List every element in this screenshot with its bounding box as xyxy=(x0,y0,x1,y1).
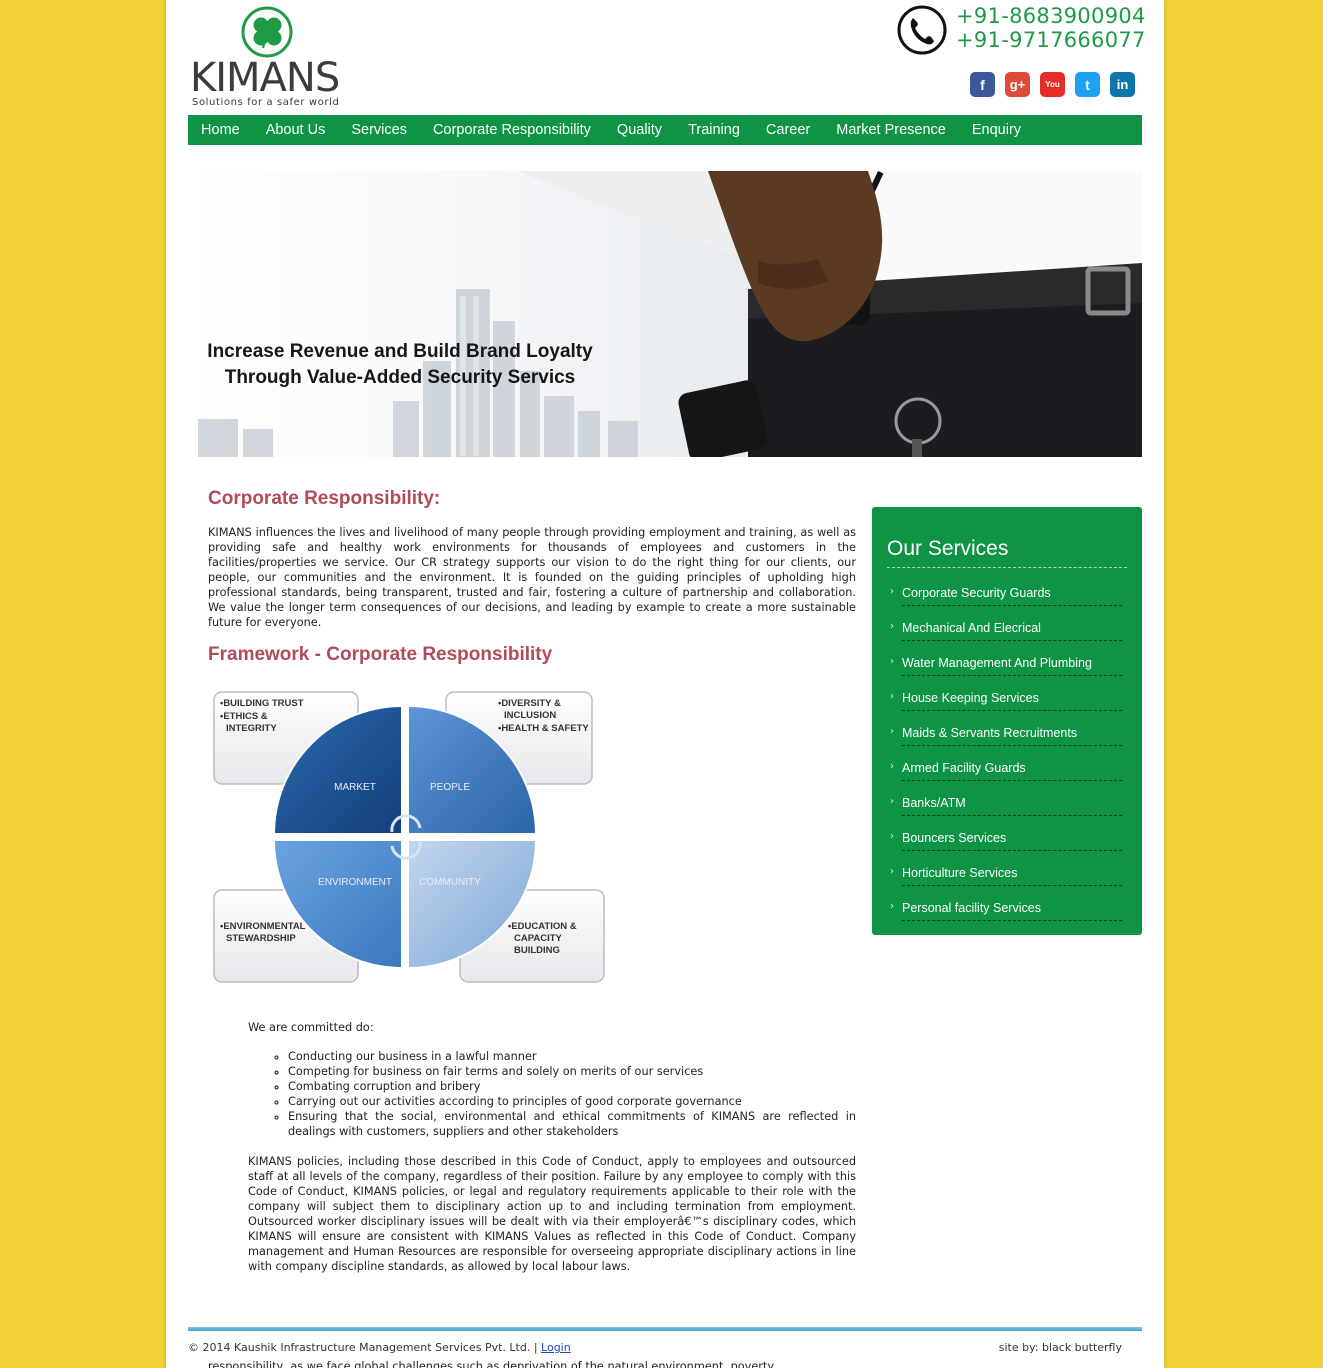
sidebar-item-label[interactable]: House Keeping Services xyxy=(902,691,1122,711)
youtube-icon[interactable]: You xyxy=(1040,72,1065,97)
quadrant-market: MARKET xyxy=(334,782,376,793)
box-label: CAPACITY xyxy=(514,933,563,944)
twitter-icon[interactable]: t xyxy=(1075,72,1100,97)
sidebar-item-label[interactable]: Personal facility Services xyxy=(902,901,1122,921)
sidebar-item-label[interactable]: Mechanical And Elecrical xyxy=(902,621,1122,641)
list-item: Ensuring that the social, environmental … xyxy=(288,1109,856,1139)
chevron-right-icon: › xyxy=(890,621,894,632)
chevron-right-icon: › xyxy=(890,761,894,772)
box-label: •BUILDING TRUST xyxy=(220,698,304,709)
nav-career[interactable]: Career xyxy=(766,122,810,138)
quadrant-people: PEOPLE xyxy=(430,782,470,793)
nav-about-us[interactable]: About Us xyxy=(266,122,326,138)
box-label: •EDUCATION & xyxy=(508,921,577,932)
sidebar-item-house-keeping[interactable]: › House Keeping Services xyxy=(887,691,1127,726)
footer-credit[interactable]: site by: black butterfly xyxy=(999,1341,1122,1354)
services-list: › Corporate Security Guards › Mechanical A… xyxy=(887,586,1127,936)
page-container: KIMANS Solutions for a safer world +91-8… xyxy=(166,0,1164,1368)
footer-copyright: © 2014 Kaushik Infrastructure Management… xyxy=(188,1341,542,1354)
sidebar-item-banks-atm[interactable]: › Banks/ATM xyxy=(887,796,1127,831)
chevron-right-icon: › xyxy=(890,901,894,912)
framework-title: Framework - Corporate Responsibility xyxy=(208,644,553,665)
commitments-intro: We are committed do: xyxy=(248,1021,374,1034)
page-title: Corporate Responsibility: xyxy=(208,488,441,509)
phone-number-2[interactable]: +91-9717666077 xyxy=(956,28,1146,52)
linkedin-icon[interactable]: in xyxy=(1110,72,1135,97)
cr-framework-diagram: MARKET PEOPLE ENVIRONMENT COMMUNITY •BUI… xyxy=(213,691,605,983)
main-content: Corporate Responsibility: KIMANS influen… xyxy=(208,488,856,1273)
phone-icon xyxy=(897,5,947,55)
hero-banner: Increase Revenue and Build Brand Loyalty… xyxy=(188,171,1142,457)
nav-training[interactable]: Training xyxy=(688,122,740,138)
sidebar-item-water-management[interactable]: › Water Management And Plumbing xyxy=(887,656,1127,691)
nav-market-presence[interactable]: Market Presence xyxy=(836,122,946,138)
sidebar-item-corporate-security-guards[interactable]: › Corporate Security Guards xyxy=(887,586,1127,621)
nav-corporate-responsibility[interactable]: Corporate Responsibility xyxy=(433,122,591,138)
logo[interactable]: KIMANS Solutions for a safer world xyxy=(190,6,350,110)
services-sidebar: Our Services › Corporate Security Guards … xyxy=(872,507,1142,935)
main-nav: Home About Us Services Corporate Respons… xyxy=(188,115,1142,145)
sidebar-item-label[interactable]: Bouncers Services xyxy=(902,831,1122,851)
hero-banner-image xyxy=(198,171,1142,457)
sidebar-item-label[interactable]: Horticulture Services xyxy=(902,866,1122,886)
chevron-right-icon: › xyxy=(890,726,894,737)
sidebar-item-label[interactable]: Corporate Security Guards xyxy=(902,586,1122,606)
list-item: Competing for business on fair terms and… xyxy=(288,1064,856,1079)
footer: © 2014 Kaushik Infrastructure Management… xyxy=(188,1341,1142,1354)
policy-paragraph: KIMANS policies, including those describ… xyxy=(248,1155,856,1273)
sidebar-item-label[interactable]: Water Management And Plumbing xyxy=(902,656,1122,676)
chevron-right-icon: › xyxy=(890,586,894,597)
sidebar-item-bouncers[interactable]: › Bouncers Services xyxy=(887,831,1127,866)
login-link[interactable]: Login xyxy=(541,1341,571,1354)
sidebar-item-mechanical[interactable]: › Mechanical And Elecrical xyxy=(887,621,1127,656)
box-label: •DIVERSITY & xyxy=(498,698,561,709)
list-item: Combating corruption and bribery xyxy=(288,1079,856,1094)
logo-text: KIMANS xyxy=(190,55,340,101)
nav-quality[interactable]: Quality xyxy=(617,122,662,138)
clover-logo-icon xyxy=(241,6,293,58)
clipped-text: responsibility, as we face global challe… xyxy=(208,1360,775,1368)
phone-numbers: +91-8683900904 +91-9717666077 xyxy=(956,4,1146,52)
facebook-icon[interactable]: f xyxy=(970,72,995,97)
chevron-right-icon: › xyxy=(890,656,894,667)
sidebar-item-label[interactable]: Maids & Servants Recruitments xyxy=(902,726,1122,746)
footer-divider xyxy=(188,1327,1142,1331)
quadrant-environment: ENVIRONMENT xyxy=(318,877,392,888)
sidebar-item-label[interactable]: Armed Facility Guards xyxy=(902,761,1122,781)
list-item: Carrying out our activities according to… xyxy=(288,1094,856,1109)
chevron-right-icon: › xyxy=(890,796,894,807)
commitments-section: We are committed do: Conducting our busi… xyxy=(248,1020,856,1274)
nav-home[interactable]: Home xyxy=(201,122,240,138)
chevron-right-icon: › xyxy=(890,691,894,702)
nav-enquiry[interactable]: Enquiry xyxy=(972,122,1021,138)
box-label: INTEGRITY xyxy=(226,723,277,734)
chevron-right-icon: › xyxy=(890,831,894,842)
intro-paragraph: KIMANS influences the lives and liveliho… xyxy=(208,526,856,629)
list-item: Conducting our business in a lawful mann… xyxy=(288,1049,856,1064)
box-label: BUILDING xyxy=(514,945,560,956)
phone-number-1[interactable]: +91-8683900904 xyxy=(956,4,1146,28)
box-label: •HEALTH & SAFETY xyxy=(498,723,589,734)
social-links: f g+ You t in xyxy=(970,72,1135,97)
sidebar-item-horticulture[interactable]: › Horticulture Services xyxy=(887,866,1127,901)
sidebar-title: Our Services xyxy=(887,537,1127,568)
sidebar-item-personal-facility[interactable]: › Personal facility Services xyxy=(887,901,1127,936)
box-label: STEWARDSHIP xyxy=(226,933,296,944)
google-plus-icon[interactable]: g+ xyxy=(1005,72,1030,97)
banner-caption: Increase Revenue and Build Brand Loyalty… xyxy=(188,339,612,391)
banner-line-1: Increase Revenue and Build Brand Loyalty xyxy=(207,341,593,362)
quadrant-community: COMMUNITY xyxy=(419,877,481,888)
box-label: •ETHICS & xyxy=(220,711,268,722)
box-label: INCLUSION xyxy=(504,710,556,721)
banner-line-2: Through Value-Added Security Servics xyxy=(224,367,576,388)
nav-services[interactable]: Services xyxy=(351,122,407,138)
commitments-list: Conducting our business in a lawful mann… xyxy=(288,1049,856,1139)
sidebar-item-maids-servants[interactable]: › Maids & Servants Recruitments xyxy=(887,726,1127,761)
logo-tagline: Solutions for a safer world xyxy=(192,97,340,108)
chevron-right-icon: › xyxy=(890,866,894,877)
sidebar-item-armed-facility-guards[interactable]: › Armed Facility Guards xyxy=(887,761,1127,796)
sidebar-item-label[interactable]: Banks/ATM xyxy=(902,796,1122,816)
box-label: •ENVIRONMENTAL xyxy=(220,921,306,932)
